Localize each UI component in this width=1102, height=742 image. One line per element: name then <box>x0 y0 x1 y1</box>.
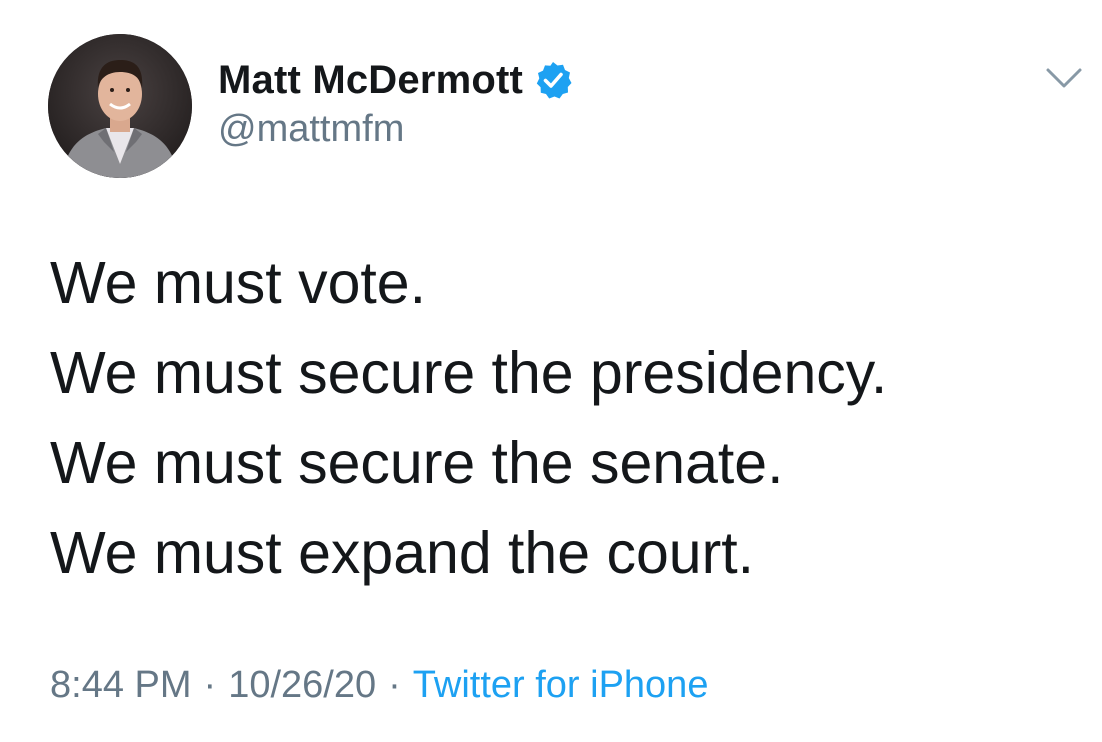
separator: · <box>203 664 217 706</box>
tweet-card: Matt McDermott @mattmfm We must vote. We… <box>0 0 1102 742</box>
tweet-line: We must secure the presidency. <box>50 340 888 406</box>
tweet-line: We must vote. <box>50 250 426 316</box>
tweet-line: We must secure the senate. <box>50 430 784 496</box>
user-handle[interactable]: @mattmfm <box>218 108 404 151</box>
tweet-text: We must vote. We must secure the preside… <box>50 238 1080 598</box>
chevron-down-icon[interactable] <box>1042 62 1086 94</box>
tweet-line: We must expand the court. <box>50 520 754 586</box>
verified-badge-icon <box>536 62 572 99</box>
tweet-date[interactable]: 10/26/20 <box>228 664 376 706</box>
separator: · <box>388 664 401 706</box>
tweet-time[interactable]: 8:44 PM <box>50 664 192 706</box>
profile-photo <box>48 34 192 178</box>
tweet-metadata: 8:44 PM · 10/26/20 · Twitter for iPhone <box>50 664 708 707</box>
name-row: Matt McDermott <box>218 56 573 104</box>
tweet-source-link[interactable]: Twitter for iPhone <box>413 664 709 706</box>
display-name[interactable]: Matt McDermott <box>218 58 523 103</box>
avatar[interactable] <box>48 34 192 178</box>
